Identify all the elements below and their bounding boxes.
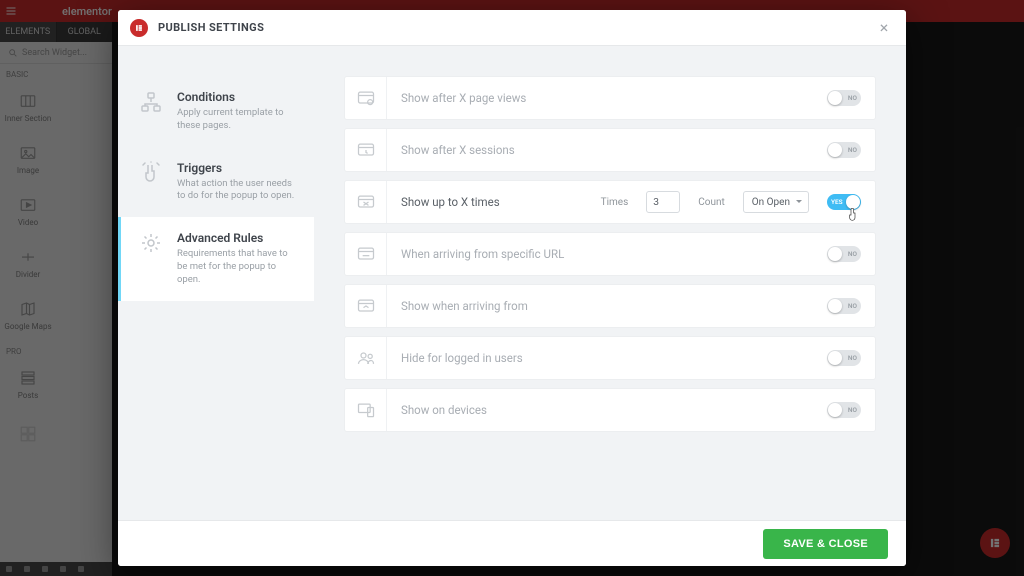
rail-desc: Apply current template to these pages. <box>177 107 298 133</box>
rail-title: Triggers <box>177 161 298 175</box>
count-select[interactable]: On Open <box>743 191 809 213</box>
rail-title: Advanced Rules <box>177 231 298 245</box>
modal-header: PUBLISH SETTINGS × <box>118 10 906 46</box>
rail-item-triggers[interactable]: Triggers What action the user needs to d… <box>118 147 314 218</box>
arriving-icon <box>345 285 387 327</box>
page-views-icon <box>345 77 387 119</box>
rule-label: When arriving from specific URL <box>401 247 827 261</box>
toggle-devices[interactable]: NO <box>827 402 861 418</box>
toggle-page-views[interactable]: NO <box>827 90 861 106</box>
rule-label: Show on devices <box>401 403 827 417</box>
publish-settings-modal: PUBLISH SETTINGS × Conditions Apply curr… <box>118 10 906 566</box>
rule-specific-url: When arriving from specific URL NO <box>344 232 876 276</box>
modal-footer: SAVE & CLOSE <box>118 520 906 566</box>
toggle-arriving-from[interactable]: NO <box>827 298 861 314</box>
rule-devices: Show on devices NO <box>344 388 876 432</box>
rule-label: Show when arriving from <box>401 299 827 313</box>
users-icon <box>345 337 387 379</box>
rail-desc: Requirements that have to be met for the… <box>177 248 298 286</box>
times-input[interactable] <box>646 191 680 213</box>
url-icon <box>345 233 387 275</box>
rule-sessions: Show after X sessions NO <box>344 128 876 172</box>
devices-icon <box>345 389 387 431</box>
rules-panel: Show after X page views NO Show after X … <box>314 46 906 520</box>
settings-rail: Conditions Apply current template to the… <box>118 46 314 520</box>
triggers-icon <box>137 161 165 189</box>
toggle-show-up-to-x-times[interactable]: YES <box>827 194 861 210</box>
conditions-icon <box>137 90 165 118</box>
times-icon <box>345 181 387 223</box>
close-button[interactable]: × <box>874 18 894 38</box>
toggle-logged-in[interactable]: NO <box>827 350 861 366</box>
rule-label: Show up to X times <box>401 195 601 209</box>
rail-item-advanced-rules[interactable]: Advanced Rules Requirements that have to… <box>118 217 314 300</box>
rail-title: Conditions <box>177 90 298 104</box>
rail-desc: What action the user needs to do for the… <box>177 178 298 204</box>
elementor-logo-icon <box>130 19 148 37</box>
rule-show-up-to-x-times: Show up to X times Times Count On Open Y… <box>344 180 876 224</box>
sessions-icon <box>345 129 387 171</box>
rule-label: Hide for logged in users <box>401 351 827 365</box>
count-label: Count <box>698 197 725 208</box>
advanced-rules-icon <box>137 231 165 259</box>
modal-title: PUBLISH SETTINGS <box>158 21 264 34</box>
save-and-close-button[interactable]: SAVE & CLOSE <box>763 529 888 559</box>
rule-logged-in: Hide for logged in users NO <box>344 336 876 380</box>
rule-label: Show after X sessions <box>401 143 827 157</box>
toggle-specific-url[interactable]: NO <box>827 246 861 262</box>
close-icon: × <box>880 18 889 37</box>
rule-label: Show after X page views <box>401 91 827 105</box>
rule-controls: Times Count On Open <box>601 191 809 213</box>
toggle-sessions[interactable]: NO <box>827 142 861 158</box>
times-label: Times <box>601 197 629 208</box>
rule-page-views: Show after X page views NO <box>344 76 876 120</box>
rule-arriving-from: Show when arriving from NO <box>344 284 876 328</box>
rail-item-conditions[interactable]: Conditions Apply current template to the… <box>118 76 314 147</box>
